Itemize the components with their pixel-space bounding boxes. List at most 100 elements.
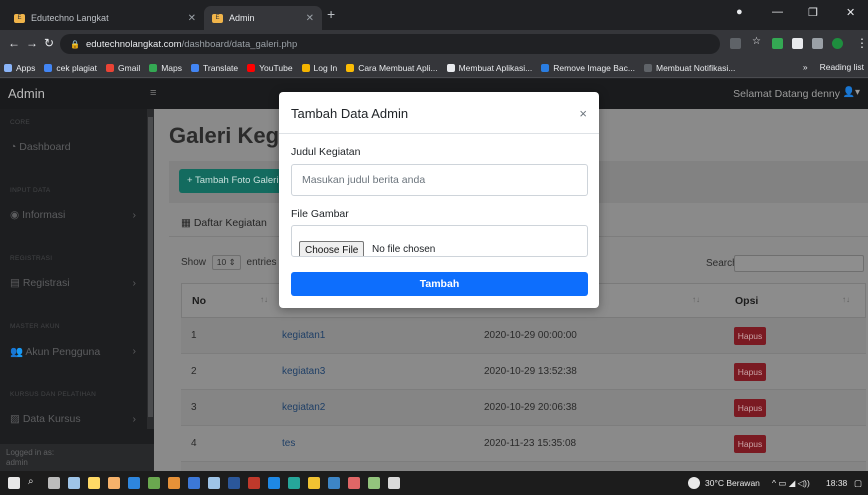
new-tab-icon[interactable]: + <box>327 6 335 22</box>
sidebar-item-akun-pengguna[interactable]: 👥 Akun Pengguna › <box>0 345 154 358</box>
close-window-icon[interactable]: ✕ <box>846 6 855 19</box>
sidebar-scroll-thumb[interactable] <box>148 117 153 417</box>
bookmark-item[interactable]: Log In <box>301 62 338 73</box>
delete-button[interactable]: Hapus <box>734 399 766 417</box>
reload-icon[interactable]: ↻ <box>44 36 54 50</box>
edge-icon[interactable] <box>128 477 140 489</box>
address-bar[interactable]: 🔒 edutechnolangkat.com/dashboard/data_ga… <box>60 34 720 54</box>
bookmark-star-icon[interactable]: ☆ <box>752 36 763 47</box>
cell-judul-link[interactable]: tes <box>282 438 295 449</box>
cell-judul-link[interactable]: kegiatan1 <box>282 330 325 341</box>
profile-icon[interactable]: ● <box>736 6 743 18</box>
bookmark-item[interactable]: Translate <box>191 63 238 73</box>
url-host: edutechnolangkat.com <box>85 38 182 50</box>
app-icon[interactable] <box>388 477 400 489</box>
excel-icon[interactable] <box>148 477 160 489</box>
reading-list-button[interactable]: » Reading list <box>803 62 864 72</box>
app-icon[interactable] <box>188 477 200 489</box>
sidebar-item-dashboard[interactable]: ◔ Dashboard <box>0 141 154 153</box>
browser-tab-admin[interactable]: E Admin ✕ <box>204 6 322 30</box>
chrome-icon[interactable] <box>288 477 300 489</box>
app-icon[interactable] <box>368 477 380 489</box>
vscode-icon[interactable] <box>328 477 340 489</box>
bookmark-label: Cara Membuat Apli... <box>358 62 438 73</box>
forward-icon[interactable]: → <box>26 36 38 50</box>
add-gallery-photo-button[interactable]: + Tambah Foto Galeri <box>179 169 289 193</box>
sidebar-item-registrasi[interactable]: ▤ Registrasi › <box>0 277 154 289</box>
close-modal-button[interactable]: × <box>579 106 587 121</box>
extension-icon[interactable] <box>792 38 803 49</box>
bookmark-item[interactable]: Membuat Notifikasi... <box>644 63 735 73</box>
translate-page-icon[interactable] <box>730 38 741 49</box>
bookmark-label: Membuat Aplikasi... <box>458 62 533 73</box>
close-tab-icon[interactable]: ✕ <box>188 13 196 24</box>
bookmark-item[interactable]: Membuat Aplikasi... <box>446 62 533 73</box>
windows-start-icon[interactable] <box>8 477 20 489</box>
bookmark-item[interactable]: cek plagiat <box>44 63 97 73</box>
app-icon[interactable] <box>308 477 320 489</box>
app-icon[interactable] <box>168 477 180 489</box>
weather-text[interactable]: 30°C Berawan <box>705 478 760 488</box>
browser-menu-icon[interactable]: ⋮ <box>856 36 868 50</box>
notifications-icon[interactable]: ▢ <box>854 478 862 489</box>
bookmark-item[interactable]: YouTube <box>247 63 293 73</box>
delete-button[interactable]: Hapus <box>734 363 766 381</box>
judul-kegiatan-input[interactable]: Masukan judul berita anda <box>291 164 588 196</box>
profile-avatar-icon[interactable] <box>832 38 843 49</box>
app-icon[interactable] <box>348 477 360 489</box>
bookmark-item[interactable]: Apps <box>4 63 35 73</box>
bookmark-label: cek plagiat <box>56 62 98 73</box>
search-input[interactable] <box>734 255 864 272</box>
column-header-no[interactable]: No <box>192 295 206 307</box>
file-gambar-input[interactable]: Choose File No file chosen <box>291 225 588 257</box>
clock[interactable]: 18:38 <box>826 478 847 488</box>
registration-icon: ▤ <box>10 277 23 289</box>
sidebar-heading-label: KURSUS DAN PELATIHAN <box>10 391 97 398</box>
bookmark-item[interactable]: Gmail <box>106 63 140 73</box>
sort-icon[interactable]: ↑↓ <box>842 295 850 304</box>
cell-judul-link[interactable]: kegiatan3 <box>282 366 325 377</box>
brand-title[interactable]: Admin <box>8 86 45 101</box>
tab-daftar-kegiatan[interactable]: ▦ Daftar Kegiatan <box>181 217 267 229</box>
sidebar-toggle-icon[interactable]: ≡ <box>150 87 156 99</box>
entries-select[interactable]: 10 ⇕ <box>211 255 241 270</box>
file-explorer-icon[interactable] <box>68 477 80 489</box>
back-icon[interactable]: ← <box>8 36 20 50</box>
maximize-window-icon[interactable]: ❐ <box>808 6 818 19</box>
tab-title: Admin <box>229 13 255 23</box>
tambah-submit-button[interactable]: Tambah <box>291 272 588 296</box>
more-bookmarks-icon[interactable]: » <box>803 62 808 72</box>
site-favicon-icon: E <box>14 13 25 23</box>
store-icon[interactable] <box>88 477 100 489</box>
search-icon[interactable]: ⌕ <box>28 476 40 488</box>
sidebar-item-data-kursus[interactable]: ▨ Data Kursus › <box>0 413 154 425</box>
app-icon[interactable] <box>268 477 280 489</box>
task-view-icon[interactable] <box>48 477 60 489</box>
sort-icon[interactable]: ↑↓ <box>260 295 268 304</box>
sidebar-item-label: Data Kursus <box>22 413 81 425</box>
sidebar-item-informasi[interactable]: ◉ Informasi › <box>0 209 154 221</box>
close-tab-icon[interactable]: ✕ <box>306 13 314 24</box>
weather-icon[interactable] <box>688 477 700 489</box>
delete-button[interactable]: Hapus <box>734 435 766 453</box>
cell-tanggal: 2020-10-29 20:06:38 <box>484 402 577 413</box>
delete-button[interactable]: Hapus <box>734 327 766 345</box>
bookmark-item[interactable]: Cara Membuat Apli... <box>346 62 438 73</box>
cell-judul-link[interactable]: kegiatan2 <box>282 402 325 413</box>
word-icon[interactable] <box>228 477 240 489</box>
folder-icon[interactable] <box>108 477 120 489</box>
extension-icon[interactable] <box>772 38 783 49</box>
extensions-puzzle-icon[interactable] <box>812 38 823 49</box>
app-icon[interactable] <box>208 477 220 489</box>
bookmark-item[interactable]: Remove Image Bac... <box>541 63 635 73</box>
user-dropdown-icon[interactable]: 👤▾ <box>843 87 860 98</box>
choose-file-button[interactable]: Choose File <box>299 241 365 256</box>
column-header-opsi[interactable]: Opsi <box>735 295 758 307</box>
browser-tab-edutechno[interactable]: E Edutechno Langkat ✕ <box>6 6 204 30</box>
bookmark-item[interactable]: Maps <box>149 63 182 73</box>
app-icon[interactable] <box>248 477 260 489</box>
bookmark-label: Log In <box>313 62 338 73</box>
sort-icon[interactable]: ↑↓ <box>692 295 700 304</box>
minimize-window-icon[interactable]: — <box>772 6 783 18</box>
system-tray-icons[interactable]: ^ ▭ ◢ ◁)) <box>772 478 810 489</box>
